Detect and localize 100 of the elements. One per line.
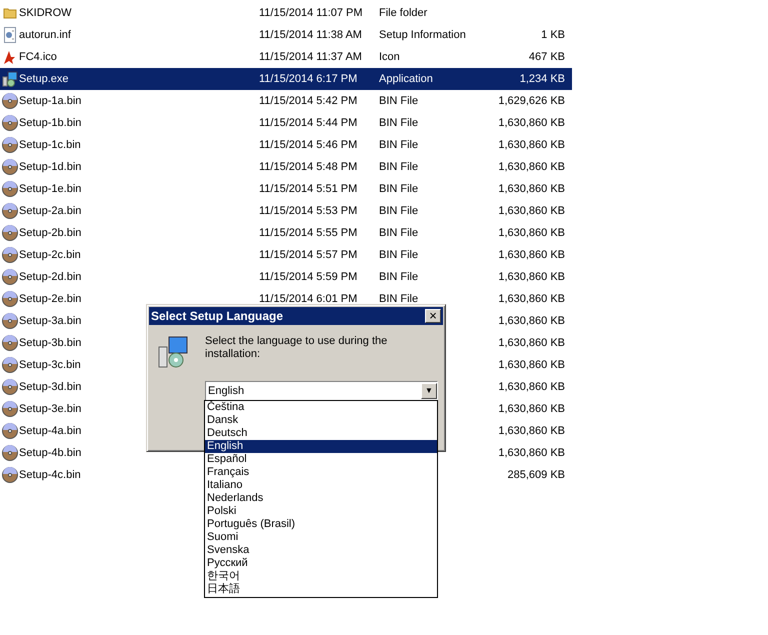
instruction-text: Select the language to use during the installation: [205,335,388,362]
file-type: BIN File [379,138,418,151]
file-size: 1,630,860 KB [498,314,565,329]
file-name[interactable]: Setup-1d.bin [19,160,82,173]
modified-date: 11/15/2014 11:07 PM [259,6,363,19]
language-option[interactable]: Polski [205,505,437,518]
selected-language: English [207,384,244,399]
language-option[interactable]: Suomi [205,531,437,544]
file-name[interactable]: Setup-4c.bin [19,468,81,481]
file-name[interactable]: Setup-2b.bin [19,226,82,239]
file-size: 1,630,860 KB [498,380,565,395]
file-type: Application [379,72,433,85]
language-option[interactable]: Čeština [205,401,437,414]
file-name[interactable]: Setup.exe [19,72,69,85]
file-size: 1,630,860 KB [498,138,565,153]
file-size: 1,630,860 KB [498,402,565,417]
file-name[interactable]: Setup-1b.bin [19,116,82,129]
disc-icon [2,203,18,219]
file-name[interactable]: Setup-3a.bin [19,314,82,327]
file-name[interactable]: Setup-2c.bin [19,248,81,261]
disc-icon [2,247,18,263]
language-option[interactable]: 日本語 [205,583,437,596]
installer-icon [2,71,18,87]
file-type: Icon [379,50,400,63]
disc-icon [2,159,18,175]
file-size: 1,630,860 KB [498,160,565,175]
language-option[interactable]: Русский [205,557,437,570]
language-option[interactable]: Español [205,453,437,466]
file-name[interactable]: SKIDROW [19,6,72,19]
modified-date: 11/15/2014 5:57 PM [259,248,358,261]
file-size: 467 KB [528,50,565,65]
file-type: BIN File [379,248,418,261]
file-type: BIN File [379,204,418,217]
file-size: 1,630,860 KB [498,116,565,131]
language-option[interactable]: Dansk [205,414,437,427]
modified-date: 11/15/2014 5:44 PM [259,116,358,129]
language-option[interactable]: Français [205,466,437,479]
file-name[interactable]: Setup-2d.bin [19,270,82,283]
file-name[interactable]: autorun.inf [19,28,71,41]
disc-icon [2,225,18,241]
disc-icon [2,291,18,307]
file-type: BIN File [379,160,418,173]
file-size: 1,630,860 KB [498,182,565,197]
language-option[interactable]: Italiano [205,479,437,492]
file-size: 1,630,860 KB [498,204,565,219]
modified-date: 11/15/2014 6:01 PM [259,292,358,305]
disc-icon [2,401,18,417]
modified-date: 11/15/2014 5:59 PM [259,270,358,283]
modified-date: 11/15/2014 5:55 PM [259,226,358,239]
file-name[interactable]: Setup-3c.bin [19,358,81,371]
modified-date: 11/15/2014 11:37 AM [259,50,362,63]
disc-icon [2,445,18,461]
language-option[interactable]: 한국어 [205,570,437,583]
disc-icon [2,115,18,131]
language-option[interactable]: Português (Brasil) [205,518,437,531]
file-type: BIN File [379,292,418,305]
modified-date: 11/15/2014 11:38 AM [259,28,362,41]
language-option[interactable]: Deutsch [205,427,437,440]
modified-date: 11/15/2014 5:46 PM [259,138,358,151]
file-name[interactable]: Setup-1a.bin [19,94,82,107]
file-size: 1,630,860 KB [498,446,565,461]
file-type: BIN File [379,270,418,283]
disc-icon [2,137,18,153]
file-size: 1,630,860 KB [498,248,565,263]
file-size: 1,630,860 KB [498,358,565,373]
modified-date: 11/15/2014 5:51 PM [259,182,358,195]
language-select[interactable]: English ▼ [205,381,438,401]
file-name[interactable]: Setup-1c.bin [19,138,81,151]
file-name[interactable]: Setup-1e.bin [19,182,82,195]
file-type: File folder [379,6,428,19]
close-button[interactable]: × [425,309,441,323]
file-size: 1,630,860 KB [498,336,565,351]
file-name[interactable]: Setup-4a.bin [19,424,82,437]
file-name[interactable]: Setup-2e.bin [19,292,82,305]
file-name[interactable]: Setup-2a.bin [19,204,82,217]
disc-icon [2,93,18,109]
modified-date: 11/15/2014 5:53 PM [259,204,358,217]
disc-icon [2,269,18,285]
file-type: BIN File [379,94,418,107]
selection-highlight[interactable]: Setup.exe 11/15/2014 6:17 PM Application 1,234 KB [0,68,572,90]
language-option[interactable]: English [205,440,437,453]
file-size: 1,630,860 KB [498,424,565,439]
file-name[interactable]: Setup-3e.bin [19,402,82,415]
file-type: BIN File [379,226,418,239]
file-size: 1,234 KB [520,72,565,87]
dropdown-button[interactable]: ▼ [421,383,437,399]
language-option[interactable]: Nederlands [205,492,437,505]
folder-icon [2,6,16,20]
language-option[interactable]: Svenska [205,544,437,557]
settings-file-icon [2,27,16,43]
disc-icon [2,357,18,373]
disc-icon [2,335,18,351]
file-name[interactable]: Setup-3b.bin [19,336,82,349]
disc-icon [2,467,18,483]
file-name[interactable]: Setup-3d.bin [19,380,82,393]
file-size: 1,629,626 KB [498,94,565,109]
file-name[interactable]: Setup-4b.bin [19,446,82,459]
file-name[interactable]: FC4.ico [19,50,57,63]
disc-icon [2,379,18,395]
modified-date: 11/15/2014 6:17 PM [259,72,358,85]
